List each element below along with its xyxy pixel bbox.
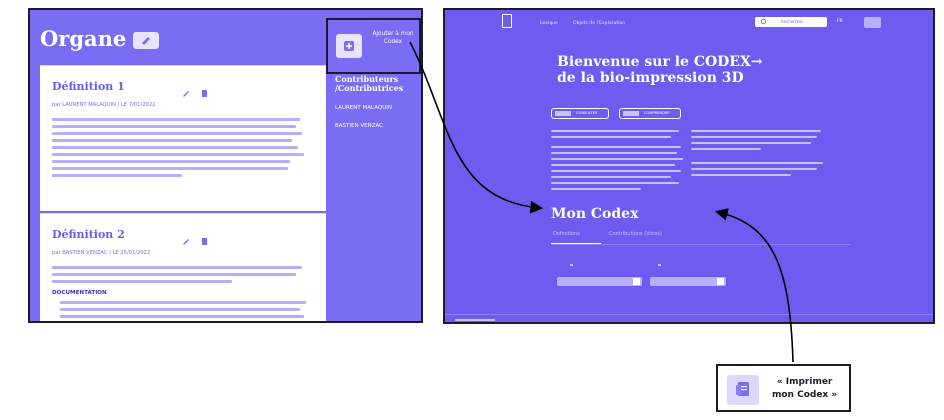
arrow-add-to-codex <box>409 41 544 214</box>
annotation-arrows <box>409 41 794 363</box>
arrow-print-codex <box>714 208 794 363</box>
